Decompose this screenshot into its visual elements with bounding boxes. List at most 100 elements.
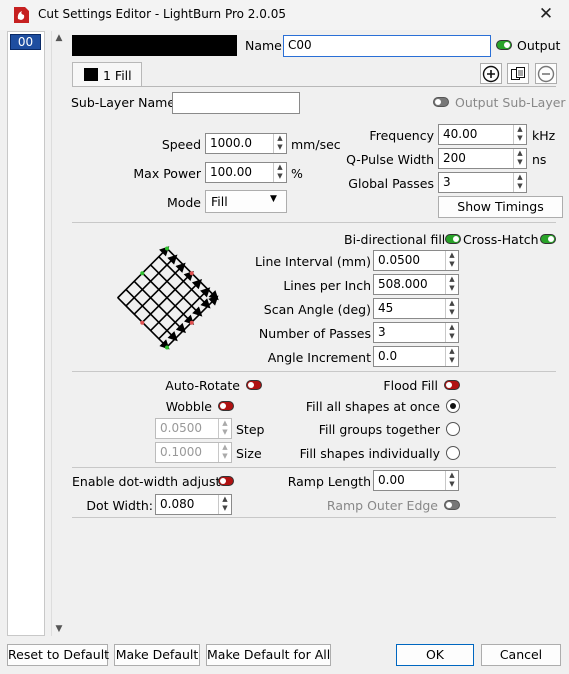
scan-angle-spinbox[interactable]: 45 ▲ ▼ bbox=[373, 298, 459, 319]
q-pulse-spinbox[interactable]: 200 ▲ ▼ bbox=[438, 148, 527, 169]
spin-arrows-icon[interactable]: ▲ ▼ bbox=[273, 134, 286, 153]
line-interval-value: 0.0500 bbox=[378, 253, 420, 267]
lines-per-inch-spinbox[interactable]: 508.000 ▲ ▼ bbox=[373, 274, 459, 295]
dot-width-spinbox[interactable]: 0.080 ▲ ▼ bbox=[155, 494, 232, 515]
angle-increment-spinbox[interactable]: 0.0 ▲ ▼ bbox=[373, 346, 459, 367]
ramp-outer-edge-toggle[interactable] bbox=[444, 500, 460, 510]
scan-angle-value: 45 bbox=[378, 301, 394, 315]
remove-sublayer-icon bbox=[537, 65, 555, 83]
ramp-length-value: 0.00 bbox=[378, 473, 405, 487]
spin-arrows-icon[interactable]: ▲ ▼ bbox=[218, 443, 231, 462]
chevron-down-icon: ▼ bbox=[270, 194, 277, 204]
layer-item-00[interactable]: 00 bbox=[10, 34, 41, 50]
wobble-label: Wobble bbox=[165, 399, 212, 414]
spin-arrows-icon[interactable]: ▲ ▼ bbox=[445, 323, 458, 342]
auto-rotate-label: Auto-Rotate bbox=[165, 378, 240, 393]
divider bbox=[72, 467, 556, 468]
vertical-scrollbar[interactable]: ▲ ▼ bbox=[51, 31, 66, 636]
spin-arrows-icon[interactable]: ▲ ▼ bbox=[445, 471, 458, 490]
spin-arrows-icon[interactable]: ▲ ▼ bbox=[445, 251, 458, 270]
q-pulse-unit: ns bbox=[532, 152, 547, 167]
hatch-endpoint bbox=[165, 345, 169, 350]
wobble-toggle[interactable] bbox=[218, 401, 234, 411]
bidirectional-fill-toggle[interactable] bbox=[445, 234, 461, 244]
output-toggle[interactable] bbox=[496, 40, 512, 50]
scroll-up-icon[interactable]: ▲ bbox=[54, 33, 64, 43]
fill-preview-graphic bbox=[116, 246, 219, 350]
spin-arrows-icon[interactable]: ▲ ▼ bbox=[273, 163, 286, 182]
mode-dropdown[interactable]: Fill ▼ bbox=[205, 190, 287, 213]
make-default-for-all-button[interactable]: Make Default for All bbox=[206, 644, 331, 666]
frequency-value: 40.00 bbox=[443, 127, 478, 141]
hatch-endpoint bbox=[140, 271, 145, 276]
layer-color-swatch[interactable] bbox=[72, 35, 237, 56]
cross-hatch-toggle[interactable] bbox=[540, 234, 556, 244]
spin-arrows-icon[interactable]: ▲ ▼ bbox=[218, 419, 231, 438]
spin-arrows-icon[interactable]: ▲ ▼ bbox=[445, 275, 458, 294]
max-power-spinbox[interactable]: 100.00 ▲ ▼ bbox=[205, 162, 287, 183]
output-sublayer-toggle[interactable] bbox=[433, 97, 449, 107]
duplicate-sublayer-button[interactable] bbox=[507, 63, 529, 84]
fill-groups-label: Fill groups together bbox=[318, 422, 440, 437]
flood-fill-toggle[interactable] bbox=[444, 380, 460, 390]
auto-rotate-toggle[interactable] bbox=[246, 380, 262, 390]
dot-width-value: 0.080 bbox=[160, 497, 195, 511]
tab-1-fill[interactable]: 1 Fill bbox=[72, 62, 142, 86]
reset-to-default-button[interactable]: Reset to Default bbox=[7, 644, 109, 666]
close-icon[interactable]: ✕ bbox=[536, 3, 556, 25]
fill-individually-radio[interactable] bbox=[446, 446, 460, 460]
sublayer-name-input[interactable] bbox=[172, 92, 300, 114]
bidirectional-fill-label: Bi-directional fill bbox=[344, 232, 446, 247]
layer-list[interactable] bbox=[7, 31, 45, 636]
show-timings-button[interactable]: Show Timings bbox=[438, 196, 563, 218]
angle-increment-value: 0.0 bbox=[378, 349, 398, 363]
tab-divider bbox=[72, 86, 556, 87]
ramp-length-spinbox[interactable]: 0.00 ▲ ▼ bbox=[373, 470, 459, 491]
spin-arrows-icon[interactable]: ▲ ▼ bbox=[445, 347, 458, 366]
speed-spinbox[interactable]: 1000.0 ▲ ▼ bbox=[205, 133, 287, 154]
angle-increment-label: Angle Increment bbox=[267, 350, 371, 365]
scroll-down-icon[interactable]: ▼ bbox=[54, 624, 64, 634]
dot-width-adjust-label: Enable dot-width adjust bbox=[72, 474, 221, 489]
ramp-outer-edge-label: Ramp Outer Edge bbox=[326, 498, 438, 513]
hatch-endpoint bbox=[140, 320, 145, 325]
global-passes-spinbox[interactable]: 3 ▲ ▼ bbox=[438, 172, 527, 193]
spin-arrows-icon[interactable]: ▲ ▼ bbox=[513, 149, 526, 168]
spin-arrows-icon[interactable]: ▲ ▼ bbox=[218, 495, 231, 514]
fill-all-label: Fill all shapes at once bbox=[305, 399, 440, 414]
spin-arrows-icon[interactable]: ▲ ▼ bbox=[513, 173, 526, 192]
mode-label: Mode bbox=[166, 195, 201, 210]
sublayer-name-label: Sub-Layer Name bbox=[71, 95, 176, 110]
size-label: Size bbox=[236, 446, 262, 461]
line-interval-spinbox[interactable]: 0.0500 ▲ ▼ bbox=[373, 250, 459, 271]
number-of-passes-label: Number of Passes bbox=[258, 326, 371, 341]
ramp-length-label: Ramp Length bbox=[287, 474, 371, 489]
scan-angle-label: Scan Angle (deg) bbox=[263, 302, 371, 317]
q-pulse-label: Q-Pulse Width bbox=[346, 152, 434, 167]
frequency-spinbox[interactable]: 40.00 ▲ ▼ bbox=[438, 124, 527, 145]
wobble-size-spinbox[interactable]: 0.1000 ▲ ▼ bbox=[155, 442, 232, 463]
number-of-passes-value: 3 bbox=[378, 325, 386, 339]
output-label: Output bbox=[517, 38, 561, 53]
hatch-endpoint bbox=[165, 246, 169, 251]
make-default-button[interactable]: Make Default bbox=[114, 644, 200, 666]
speed-unit: mm/sec bbox=[291, 137, 341, 152]
hatch-endpoint bbox=[189, 271, 194, 276]
name-input[interactable]: C00 bbox=[283, 35, 491, 57]
spin-arrows-icon[interactable]: ▲ ▼ bbox=[445, 299, 458, 318]
dot-width-adjust-toggle[interactable] bbox=[218, 476, 234, 486]
duplicate-sublayer-icon bbox=[511, 67, 525, 80]
spin-arrows-icon[interactable]: ▲ ▼ bbox=[513, 125, 526, 144]
add-sublayer-button[interactable] bbox=[480, 63, 502, 84]
fill-all-radio[interactable] bbox=[446, 399, 460, 413]
number-of-passes-spinbox[interactable]: 3 ▲ ▼ bbox=[373, 322, 459, 343]
hatch-endpoint bbox=[189, 320, 194, 325]
dot-width-label: Dot Width: bbox=[86, 498, 153, 513]
line-interval-label: Line Interval (mm) bbox=[255, 254, 371, 269]
cancel-button[interactable]: Cancel bbox=[481, 644, 561, 666]
fill-groups-radio[interactable] bbox=[446, 422, 460, 436]
step-label: Step bbox=[236, 422, 265, 437]
wobble-step-spinbox[interactable]: 0.0500 ▲ ▼ bbox=[155, 418, 232, 439]
remove-sublayer-button[interactable] bbox=[535, 63, 557, 84]
ok-button[interactable]: OK bbox=[396, 644, 474, 666]
